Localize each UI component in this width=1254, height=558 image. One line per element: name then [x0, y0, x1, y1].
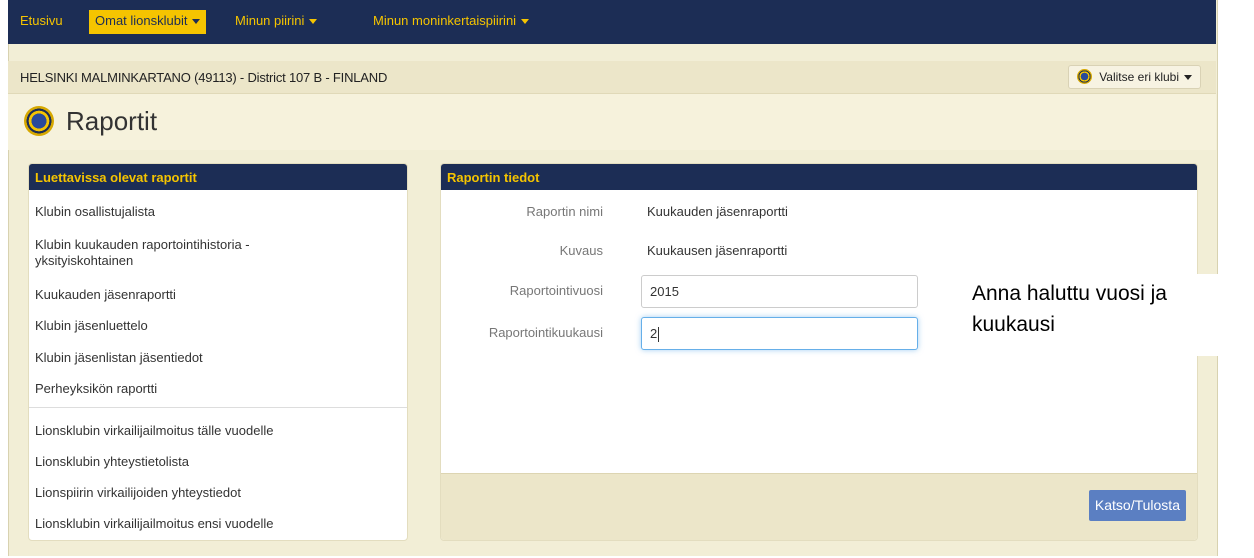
report-name-label: Raportin nimi — [526, 204, 603, 219]
report-item[interactable]: Lionsklubin virkailijailmoitus ensi vuod… — [35, 516, 273, 532]
report-item[interactable]: Klubin kuukauden raportointihistoria - y… — [35, 237, 335, 269]
club-title: HELSINKI MALMINKARTANO (49113) - Distric… — [20, 70, 388, 85]
report-item[interactable]: Lionsklubin virkailijailmoitus tälle vuo… — [35, 423, 273, 439]
chevron-down-icon — [192, 19, 201, 25]
details-footer: Katso/Tulosta — [441, 473, 1197, 540]
instruction-callout: Anna haluttu vuosi ja kuukausi — [962, 274, 1252, 356]
report-month-label: Raportointikuukausi — [488, 325, 603, 340]
report-item[interactable]: Klubin osallistujalista — [35, 204, 155, 220]
chevron-down-icon — [309, 19, 318, 25]
club-bar: HELSINKI MALMINKARTANO (49113) - Distric… — [8, 61, 1216, 94]
view-print-button[interactable]: Katso/Tulosta — [1088, 490, 1186, 521]
top-navbar: Etusivu Omat lionsklubit Minun piirini M… — [8, 0, 1216, 44]
report-item[interactable]: Klubin jäsenlistan jäsentiedot — [35, 350, 203, 366]
report-item[interactable]: Kuukauden jäsenraportti — [35, 287, 176, 303]
report-year-input[interactable]: 2015 — [641, 275, 918, 308]
report-item[interactable]: Lionspiirin virkailijoiden yhteystiedot — [35, 485, 241, 501]
callout-line-1: Anna haluttu vuosi ja — [972, 282, 1167, 305]
chevron-down-icon — [1184, 75, 1192, 81]
report-name-value: Kuukauden jäsenraportti — [647, 204, 788, 219]
callout-line-2: kuukausi — [972, 313, 1055, 336]
nav-minun-piirini[interactable]: Minun piirini — [229, 10, 323, 34]
report-item[interactable]: Perheyksikön raportti — [35, 381, 157, 397]
page-title: Raportit — [66, 106, 158, 136]
report-item[interactable]: Lionsklubin yhteystietolista — [35, 454, 189, 470]
list-divider — [29, 407, 407, 408]
report-year-label: Raportointivuosi — [509, 283, 603, 298]
available-reports-heading: Luettavissa olevat raportit — [29, 164, 407, 190]
nav-omat-lionsklubit[interactable]: Omat lionsklubit — [89, 10, 207, 34]
nav-etusivu[interactable]: Etusivu — [14, 10, 69, 34]
report-description-value: Kuukausen jäsenraportti — [647, 243, 788, 258]
text-cursor — [658, 327, 660, 343]
available-reports-panel: Luettavissa olevat raportit Klubin osall… — [28, 163, 408, 541]
lions-logo-icon — [1077, 69, 1093, 84]
report-item[interactable]: Klubin jäsenluettelo — [35, 318, 148, 334]
select-club-button[interactable]: Valitse eri klubi — [1068, 65, 1201, 89]
nav-minun-moninkertaispiirini[interactable]: Minun moninkertaispiirini — [367, 10, 535, 34]
page-header: Raportit — [8, 94, 1216, 150]
report-details-heading: Raportin tiedot — [441, 164, 1197, 190]
chevron-down-icon — [521, 19, 530, 25]
lions-logo-icon — [24, 106, 54, 136]
report-description-label: Kuvaus — [559, 243, 603, 258]
report-month-input[interactable]: 2 — [641, 317, 918, 350]
